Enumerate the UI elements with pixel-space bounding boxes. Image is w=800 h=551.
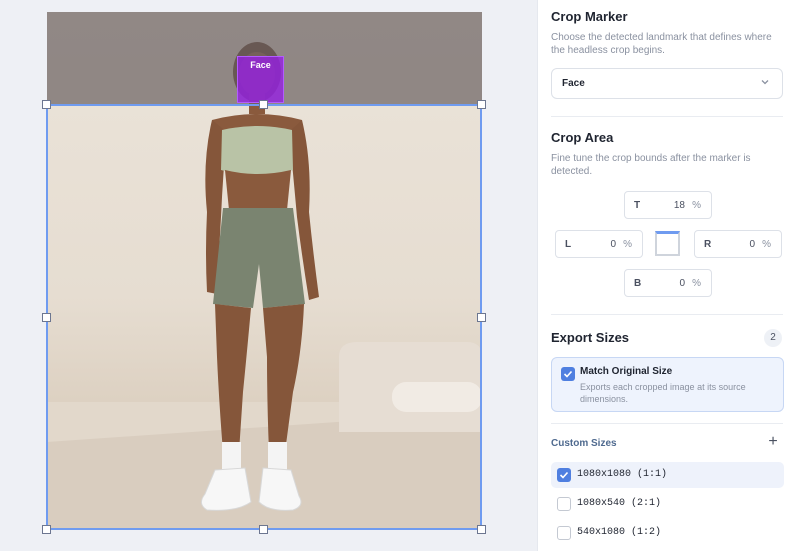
crop-top-unit: % [692,200,701,211]
crop-left-value: 0 [610,239,616,250]
size-label: 540x1080 (1:2) [577,527,662,538]
crop-handle-bottom-left[interactable] [42,525,51,534]
size-label: 1080x540 (2:1) [577,498,662,509]
crop-handle-bottom[interactable] [259,525,268,534]
size-option[interactable]: 1080x540 (2:1) [551,491,784,517]
crop-bounds-icon [655,231,680,256]
crop-top-input[interactable]: T 18 % [624,191,712,219]
image-canvas: Face [0,0,537,551]
crop-bottom-input[interactable]: B 0 % [624,269,712,297]
crop-handle-right[interactable] [477,313,486,322]
divider [551,314,783,315]
size-label: 1080x1080 (1:1) [577,469,668,480]
face-marker-label: Face [250,60,271,70]
chevron-down-icon [761,80,769,85]
crop-bottom-value: 0 [679,278,685,289]
check-icon [559,471,569,479]
crop-top-key: T [634,200,641,211]
size-checkbox[interactable] [557,526,571,540]
crop-marker-select[interactable]: Face [551,68,783,99]
crop-handle-top[interactable] [259,100,268,109]
crop-left-unit: % [623,239,632,250]
crop-right-input[interactable]: R 0 % [694,230,782,258]
match-original-title: Match Original Size [580,366,673,377]
size-option[interactable]: 540x1080 (1:2) [551,520,784,546]
size-checkbox[interactable] [557,468,571,482]
crop-bottom-key: B [634,278,642,289]
crop-marker-title: Crop Marker [551,9,628,24]
crop-right-key: R [704,239,712,250]
size-option[interactable]: 1080x1080 (1:1) [551,462,784,488]
crop-area-title: Crop Area [551,130,614,145]
settings-panel: Crop Marker Choose the detected landmark… [537,0,800,551]
crop-bottom-unit: % [692,278,701,289]
crop-marker-description: Choose the detected landmark that define… [551,32,772,56]
match-original-description: Exports each cropped image at its source… [580,382,746,404]
crop-top-value: 18 [673,200,685,211]
crop-handle-top-left[interactable] [42,100,51,109]
export-sizes-title: Export Sizes [551,330,630,345]
crop-left-input[interactable]: L 0 % [555,230,643,258]
divider [551,116,783,117]
divider [551,423,783,424]
match-original-checkbox[interactable] [561,367,575,381]
match-original-size-option[interactable]: Match Original Size Exports each cropped… [551,357,784,412]
crop-marker-value: Face [562,78,585,89]
crop-handle-left[interactable] [42,313,51,322]
crop-left-key: L [565,239,572,250]
check-icon [563,370,573,378]
crop-handle-top-right[interactable] [477,100,486,109]
crop-right-value: 0 [749,239,755,250]
export-count-badge: 2 [764,329,782,347]
custom-sizes-title: Custom Sizes [551,438,617,449]
crop-handle-bottom-right[interactable] [477,525,486,534]
crop-box[interactable] [46,104,482,530]
face-marker[interactable]: Face [237,56,284,103]
add-size-button[interactable]: + [765,434,781,450]
size-checkbox[interactable] [557,497,571,511]
crop-right-unit: % [762,239,771,250]
crop-area-description: Fine tune the crop bounds after the mark… [551,153,751,177]
